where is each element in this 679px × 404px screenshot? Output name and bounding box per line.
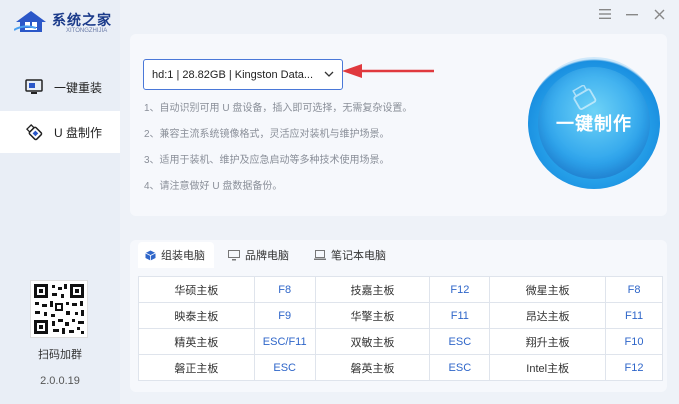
device-select-value: hd:1 | 28.82GB | Kingston Data...: [152, 68, 314, 81]
key-cell: F10: [605, 328, 663, 355]
qr-code: [30, 280, 88, 338]
house-logo-icon: [14, 11, 46, 32]
brand-cell: 映泰主板: [138, 302, 255, 329]
key-cell: F12: [605, 354, 663, 381]
tip-item: 4、请注意做好 U 盘数据备份。: [144, 181, 283, 192]
brand-cell: 翔升主板: [489, 328, 607, 355]
usb-drive-icon: [572, 85, 597, 110]
key-cell: F11: [605, 302, 663, 329]
one-click-make-button[interactable]: 一键制作: [528, 57, 660, 189]
table-row: 精英主板 ESC/F11 双敏主板 ESC 翔升主板 F10: [138, 328, 663, 355]
monitor-icon: [24, 77, 44, 97]
brand-cell: 技嘉主板: [314, 276, 431, 303]
brand-cell: Intel主板: [489, 354, 607, 381]
app-subname: XITONGZHIJIA: [66, 28, 108, 34]
brand-cell: 华擎主板: [314, 302, 431, 329]
brand-cell: 华硕主板: [138, 276, 255, 303]
sidebar-item-label: U 盘制作: [54, 125, 103, 140]
tab-assembled-pc[interactable]: 组装电脑: [138, 242, 214, 268]
key-cell: ESC: [253, 354, 316, 381]
key-cell: F8: [605, 276, 663, 303]
cube-icon: [144, 249, 156, 261]
key-cell: ESC: [429, 328, 491, 355]
minimize-icon[interactable]: [623, 5, 641, 23]
device-select[interactable]: hd:1 | 28.82GB | Kingston Data...: [143, 59, 343, 90]
menu-icon[interactable]: [596, 5, 614, 23]
tab-brand-pc[interactable]: 品牌电脑: [228, 242, 289, 268]
brand-cell: 微星主板: [489, 276, 607, 303]
tip-item: 3、适用于装机、维护及应急启动等多种技术使用场景。: [144, 155, 390, 166]
sidebar-item-reinstall[interactable]: 一键重装: [0, 66, 120, 108]
brand-cell: 精英主板: [138, 328, 255, 355]
sidebar: 系统之家 XITONGZHIJIA 一键重装 U 盘制作 扫码加群 2.0.0.…: [0, 0, 120, 404]
table-row: 映泰主板 F9 华擎主板 F11 昂达主板 F11: [138, 302, 663, 329]
brand-cell: 磐英主板: [314, 354, 431, 381]
app-name: 系统之家: [52, 12, 112, 28]
tab-label: 组装电脑: [161, 250, 205, 262]
tip-item: 2、兼容主流系统镜像格式，灵活应对装机与维护场景。: [144, 129, 390, 140]
tab-label: 笔记本电脑: [331, 250, 386, 262]
key-cell: ESC/F11: [253, 328, 316, 355]
app-version: 2.0.0.19: [40, 375, 80, 387]
red-arrow-annotation: [342, 64, 434, 78]
tab-laptop[interactable]: 笔记本电脑: [314, 242, 386, 268]
key-cell: F9: [253, 302, 316, 329]
table-row: 磐正主板 ESC 磐英主板 ESC Intel主板 F12: [138, 354, 663, 381]
usb-icon: [24, 122, 44, 142]
sidebar-item-usb[interactable]: U 盘制作: [0, 111, 120, 153]
tip-item: 1、自动识别可用 U 盘设备，插入即可选择，无需复杂设置。: [144, 103, 413, 114]
key-cell: F8: [253, 276, 316, 303]
brand-cell: 磐正主板: [138, 354, 255, 381]
sidebar-item-label: 一键重装: [54, 80, 103, 95]
qr-label: 扫码加群: [38, 349, 82, 361]
one-click-make-label: 一键制作: [556, 114, 632, 134]
tips-list: 1、自动识别可用 U 盘设备，插入即可选择，无需复杂设置。 2、兼容主流系统镜像…: [144, 102, 412, 206]
boot-keys-table: 华硕主板 F8 技嘉主板 F12 微星主板 F8 映泰主板 F9 华擎主板 F1…: [138, 276, 663, 381]
tab-label: 品牌电脑: [245, 250, 289, 262]
desktop-icon: [228, 249, 240, 261]
chevron-down-icon: [324, 71, 334, 77]
key-cell: ESC: [429, 354, 491, 381]
brand-cell: 双敏主板: [314, 328, 431, 355]
key-cell: F11: [429, 302, 491, 329]
laptop-icon: [314, 249, 326, 261]
close-icon[interactable]: [650, 5, 668, 23]
brand-cell: 昂达主板: [489, 302, 607, 329]
table-row: 华硕主板 F8 技嘉主板 F12 微星主板 F8: [138, 276, 663, 303]
app-logo: 系统之家 XITONGZHIJIA: [14, 6, 114, 36]
key-cell: F12: [429, 276, 491, 303]
